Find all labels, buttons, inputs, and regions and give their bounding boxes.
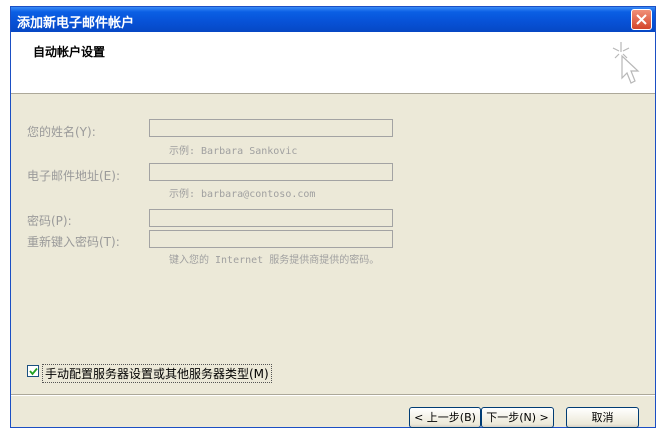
name-hint: 示例: Barbara Sankovic <box>169 146 298 157</box>
close-icon <box>636 14 647 25</box>
next-button[interactable]: 下一步(N) > <box>481 407 554 428</box>
page-title: 自动帐户设置 <box>33 45 106 59</box>
back-button[interactable]: < 上一步(B) <box>409 407 481 428</box>
footer-divider <box>11 394 655 396</box>
password-label: 密码(P): <box>27 214 72 228</box>
cancel-button[interactable]: 取消 <box>566 407 639 428</box>
retype-password-label: 重新键入密码(T): <box>27 235 120 249</box>
name-label: 您的姓名(Y): <box>27 125 96 139</box>
window-title: 添加新电子邮件帐户 <box>17 16 135 31</box>
manual-config-label[interactable]: 手动配置服务器设置或其他服务器类型(M) <box>42 364 272 383</box>
close-button[interactable] <box>631 9 652 30</box>
email-label: 电子邮件地址(E): <box>27 169 120 183</box>
add-email-account-dialog: 添加新电子邮件帐户 自动帐户设置 您的姓名(Y): 示例: Barbara Sa… <box>10 6 656 428</box>
title-bar: 添加新电子邮件帐户 <box>11 7 655 32</box>
name-input[interactable] <box>149 119 393 137</box>
manual-config-checkbox[interactable] <box>27 365 39 377</box>
email-hint: 示例: barbara@contoso.com <box>169 189 316 200</box>
retype-password-input[interactable] <box>149 230 393 248</box>
wizard-cursor-icon <box>612 42 640 84</box>
email-input[interactable] <box>149 163 393 181</box>
password-input[interactable] <box>149 209 393 227</box>
header-panel: 自动帐户设置 <box>11 32 655 94</box>
password-hint: 键入您的 Internet 服务提供商提供的密码。 <box>169 255 380 266</box>
checkmark-icon <box>29 367 38 376</box>
